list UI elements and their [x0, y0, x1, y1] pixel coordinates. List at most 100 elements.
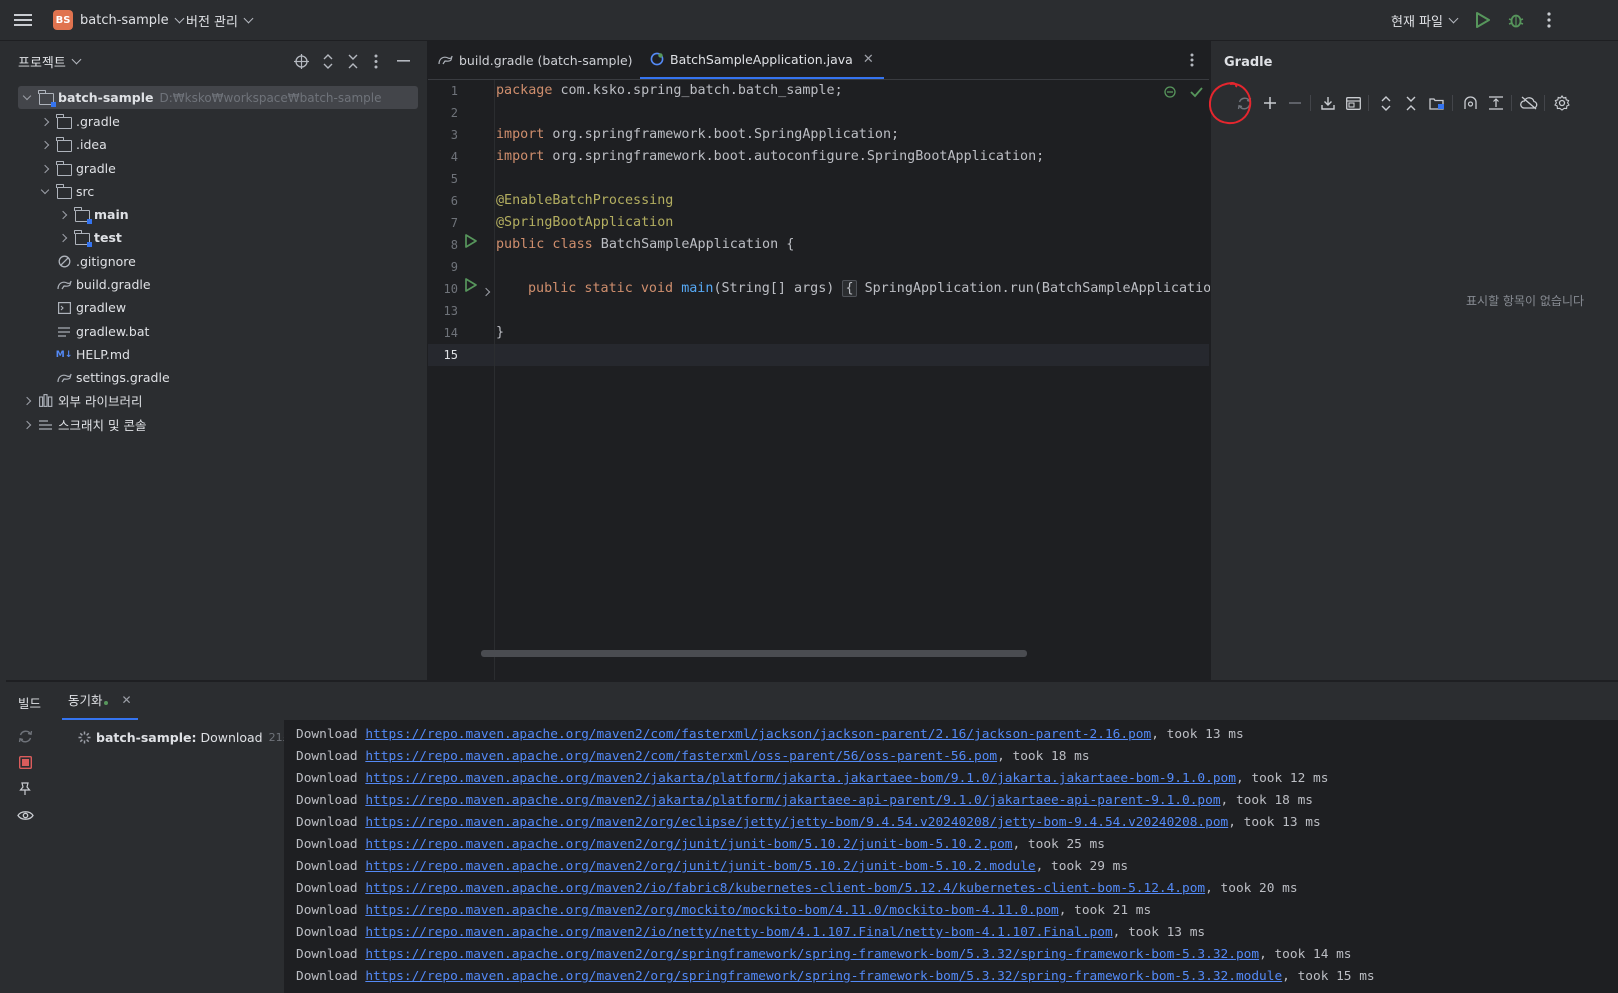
code-annotation: @EnableBatchProcessing	[496, 193, 674, 208]
chevron-down-icon	[243, 13, 254, 23]
console-text: , took 18 ms	[1220, 793, 1313, 808]
fold-icon[interactable]	[481, 283, 491, 298]
vcs-menu[interactable]: 버전 관리	[186, 0, 254, 40]
tree-item-scratches[interactable]: 스크래치 및 콘솔	[6, 413, 441, 436]
tree-item-gitignore[interactable]: .gitignore	[6, 250, 473, 273]
tree-item-gradle-dir[interactable]: .gradle	[6, 110, 459, 133]
attach-project-button[interactable]	[1427, 93, 1447, 113]
tree-item-label: src	[76, 184, 95, 199]
pin-icon[interactable]	[19, 782, 31, 796]
console-link[interactable]: https://repo.maven.apache.org/maven2/org…	[365, 969, 1282, 984]
gradle-icon	[438, 55, 453, 65]
line-number: 6	[450, 194, 458, 208]
code-editor[interactable]: 1 2 3 4 5 6 7 8 9 10 13 14 15 package co…	[428, 80, 1219, 680]
console-link[interactable]: https://repo.maven.apache.org/maven2/jak…	[365, 793, 1220, 808]
project-switcher[interactable]: BS batch-sample	[53, 0, 185, 40]
console-link[interactable]: https://repo.maven.apache.org/maven2/org…	[365, 815, 1228, 830]
gradle-settings-button[interactable]	[1552, 93, 1572, 113]
tree-item-external-libraries[interactable]: 외부 라이브러리	[6, 389, 441, 412]
check-icon[interactable]	[1190, 86, 1203, 98]
code-keyword: public static void	[528, 281, 674, 296]
console-link[interactable]: https://repo.maven.apache.org/maven2/jak…	[365, 771, 1236, 786]
expand-all-button[interactable]	[1376, 93, 1396, 113]
main-menu-button[interactable]	[14, 0, 32, 40]
code-text: org.springframework.boot.SpringApplicati…	[544, 127, 900, 142]
console-link[interactable]: https://repo.maven.apache.org/maven2/org…	[365, 903, 1058, 918]
tree-item-gradle[interactable]: gradle	[6, 157, 459, 180]
dependency-analyzer-button[interactable]	[1460, 93, 1480, 113]
source-folder-icon	[74, 206, 92, 224]
tab-batch-sample-application[interactable]: BatchSampleApplication.java ✕	[640, 41, 884, 79]
console-link[interactable]: https://repo.maven.apache.org/maven2/org…	[365, 837, 1012, 852]
add-gradle-project-button[interactable]	[1260, 93, 1280, 113]
console-link[interactable]: https://repo.maven.apache.org/maven2/io/…	[365, 881, 1205, 896]
console-link[interactable]: https://repo.maven.apache.org/maven2/org…	[365, 859, 1035, 874]
tree-item-settings-gradle[interactable]: settings.gradle	[6, 366, 473, 389]
download-sources-button[interactable]	[1318, 93, 1338, 113]
expand-all-icon[interactable]	[322, 54, 334, 69]
minimize-icon[interactable]	[397, 60, 410, 63]
project-view-selector[interactable]: 프로젝트	[18, 52, 82, 71]
folder-icon	[56, 113, 72, 129]
code-text: }	[496, 325, 505, 340]
tree-item-src[interactable]: src	[6, 180, 459, 203]
gradle-panel-title: Gradle	[1224, 55, 1273, 70]
tree-item-idea[interactable]: .idea	[6, 133, 459, 156]
run-gutter-icon[interactable]	[464, 234, 478, 248]
console-line: Download https://repo.maven.apache.org/m…	[296, 812, 1321, 834]
locate-icon[interactable]	[294, 54, 309, 69]
console-line: Download https://repo.maven.apache.org/m…	[296, 834, 1105, 856]
console-line: Download https://repo.maven.apache.org/m…	[296, 768, 1328, 790]
run-gutter-icon[interactable]	[464, 278, 478, 292]
console-line: Download https://repo.maven.apache.org/m…	[296, 856, 1128, 878]
console-link[interactable]: https://repo.maven.apache.org/maven2/com…	[365, 749, 997, 764]
horizontal-scrollbar[interactable]	[481, 650, 1027, 657]
stop-icon[interactable]	[19, 756, 32, 769]
show-tasks-button[interactable]	[1486, 93, 1506, 113]
tree-item-gradlew-bat[interactable]: gradlew.bat	[6, 320, 473, 343]
more-vertical-icon[interactable]	[1190, 53, 1194, 67]
hamburger-icon	[14, 14, 32, 26]
more-vertical-icon[interactable]	[374, 54, 378, 69]
debug-button[interactable]	[1508, 0, 1524, 40]
tree-root[interactable]: batch-sample D:₩ksko₩workspace₩batch-sam…	[18, 86, 418, 109]
tab-build[interactable]: 빌드	[18, 693, 41, 712]
execute-task-button[interactable]	[1343, 93, 1363, 113]
close-icon[interactable]: ✕	[122, 693, 132, 707]
folded-region[interactable]: {	[842, 280, 857, 297]
tree-item-gradlew[interactable]: gradlew	[6, 296, 473, 319]
code-keyword: public class	[496, 237, 593, 252]
line-number: 13	[443, 304, 458, 318]
eye-icon[interactable]	[17, 809, 34, 822]
console-text: Download	[296, 903, 366, 918]
run-config-selector[interactable]: 현재 파일	[1391, 0, 1459, 40]
more-actions-button[interactable]	[1547, 0, 1551, 40]
tree-item-help-md[interactable]: M↓ HELP.md	[6, 343, 473, 366]
close-icon[interactable]: ✕	[863, 52, 874, 67]
tree-item-build-gradle[interactable]: build.gradle	[6, 273, 473, 296]
remove-gradle-project-button[interactable]	[1285, 93, 1305, 113]
refresh-icon[interactable]	[18, 729, 33, 744]
no-problems-icon[interactable]	[1164, 86, 1176, 98]
collapse-all-icon[interactable]	[347, 54, 359, 69]
collapse-all-button[interactable]	[1401, 93, 1421, 113]
tree-item-test[interactable]: test	[6, 226, 477, 249]
code-text: (String[] args)	[713, 281, 835, 296]
console-link[interactable]: https://repo.maven.apache.org/maven2/io/…	[365, 925, 1112, 940]
run-button[interactable]	[1476, 0, 1490, 40]
tab-label: build.gradle (batch-sample)	[459, 52, 633, 68]
code-keyword: package	[496, 83, 553, 98]
offline-mode-button[interactable]	[1519, 93, 1539, 113]
console-link[interactable]: https://repo.maven.apache.org/maven2/com…	[365, 727, 1151, 742]
console-link[interactable]: https://repo.maven.apache.org/maven2/org…	[365, 947, 1259, 962]
chevron-right-icon	[22, 420, 32, 429]
sync-task-row[interactable]: batch-sample: Download 21초	[78, 729, 293, 745]
sync-console-output[interactable]: Download https://repo.maven.apache.org/m…	[284, 720, 1618, 993]
tab-sync[interactable]: 동기화 ✕	[62, 681, 138, 720]
code-keyword: import	[496, 149, 545, 164]
tree-item-main[interactable]: main	[6, 203, 477, 226]
console-text: , took 12 ms	[1235, 771, 1329, 786]
console-text: , took 13 ms	[1112, 925, 1206, 940]
tree-item-label: settings.gradle	[76, 370, 170, 385]
tab-build-gradle[interactable]: build.gradle (batch-sample)	[438, 41, 633, 79]
